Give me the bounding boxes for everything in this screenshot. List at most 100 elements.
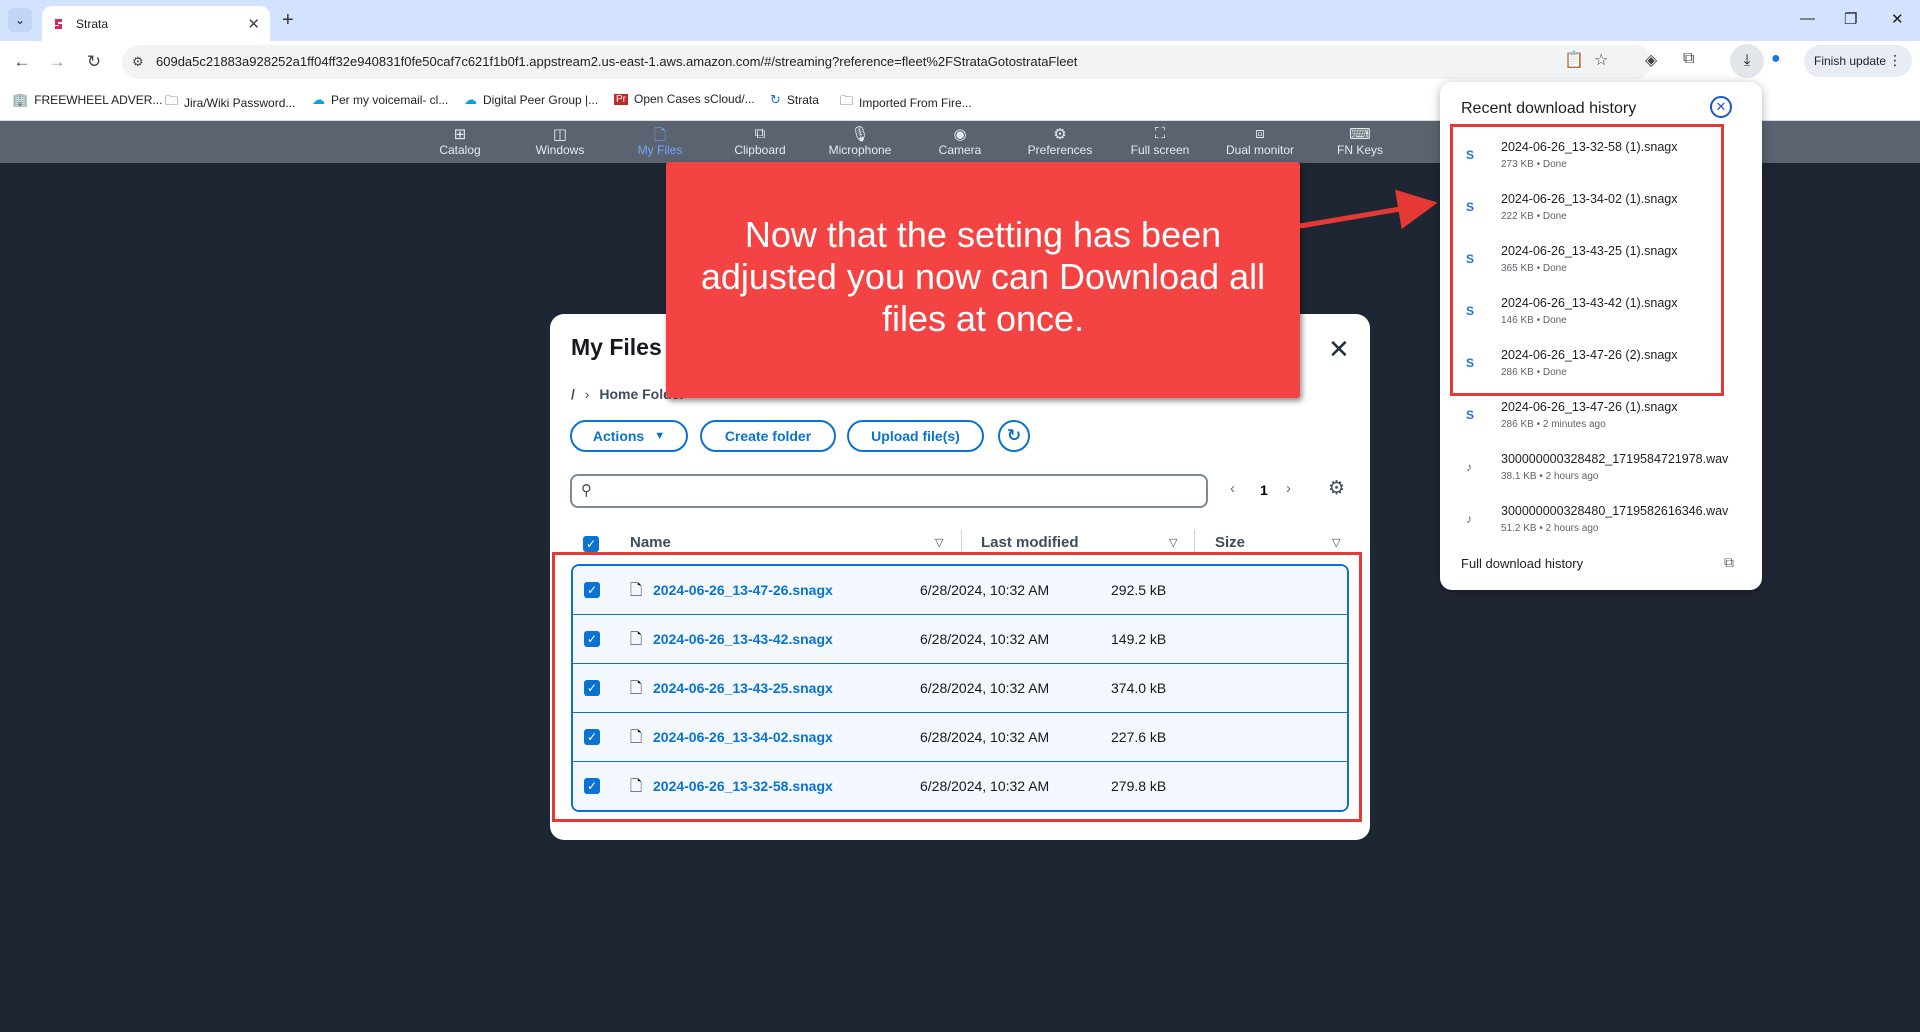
browser-toolbar: ← → ↻ ⚙ 609da5c21883a928252a1ff04ff32e94…: [0, 41, 1920, 82]
fullscreen-icon: ⛶: [1154, 125, 1166, 142]
tab-strip: ⌄ Strata ✕ + — ❐ ✕: [0, 0, 1920, 41]
chevron-right-icon: ›: [584, 386, 590, 402]
bookmark-star-icon[interactable]: ☆: [1594, 50, 1608, 70]
download-item[interactable]: ♪ 300000000328480_1719582616346.wav 51.2 K…: [1466, 504, 1746, 554]
search-input[interactable]: ⚲: [570, 474, 1208, 508]
dual-monitor-icon: ⧈: [1255, 125, 1265, 142]
salesforce-icon: ☁: [464, 92, 477, 107]
chevron-down-icon: ⌄: [14, 13, 26, 27]
caret-down-icon: ▼: [654, 430, 666, 442]
upload-files-button[interactable]: Upload file(s): [847, 420, 984, 452]
annotation-highlight-files: [552, 552, 1362, 822]
appbar-my-files[interactable]: 🗋 My Files: [615, 125, 705, 157]
minimize-icon[interactable]: —: [1800, 10, 1815, 27]
table-settings-gear-icon[interactable]: ⚙: [1328, 477, 1345, 500]
appbar-microphone[interactable]: 🎙 Microphone: [815, 125, 905, 157]
extension-color-icon[interactable]: ◈: [1645, 50, 1657, 70]
bookmark-item[interactable]: 🗀 Jira/Wiki Password...: [165, 92, 295, 114]
appbar-windows[interactable]: ◫ Windows: [515, 125, 605, 157]
bookmark-item[interactable]: Pr Open Cases sCloud/...: [614, 92, 755, 106]
profile-avatar-icon[interactable]: ●: [1771, 50, 1781, 68]
bookmark-item[interactable]: 🏢 FREEWHEEL ADVER...: [12, 92, 162, 108]
appbar-preferences[interactable]: ⚙ Preferences: [1015, 125, 1105, 157]
finish-update-label: Finish update: [1814, 54, 1887, 68]
sort-caret-icon[interactable]: ▽: [1169, 536, 1177, 549]
previous-page-icon[interactable]: ‹: [1230, 480, 1235, 497]
refresh-button[interactable]: ↻: [998, 420, 1030, 452]
bookmark-item[interactable]: ↻ Strata: [770, 92, 819, 108]
close-tab-icon[interactable]: ✕: [247, 15, 260, 33]
downloads-button[interactable]: ⤓: [1730, 44, 1764, 78]
close-dialog-icon[interactable]: ✕: [1328, 334, 1350, 365]
more-vert-icon[interactable]: ⋮: [1888, 52, 1902, 69]
finish-update-button[interactable]: Finish update ⋮: [1804, 45, 1912, 77]
download-item[interactable]: ♪ 300000000328482_1719584721978.wav 38.1 K…: [1466, 452, 1746, 502]
instruction-callout: Now that the setting has been adjusted y…: [666, 162, 1300, 398]
microphone-icon: 🎙: [850, 126, 870, 143]
appbar-camera[interactable]: ◉ Camera: [915, 125, 1005, 157]
downloads-title: Recent download history: [1461, 100, 1637, 117]
refresh-icon: ↻: [1006, 426, 1022, 445]
dialog-title: My Files: [571, 334, 662, 360]
annotation-highlight-downloads: [1450, 124, 1724, 396]
gear-icon: ⚙: [1053, 126, 1067, 143]
folder-icon: 🗀: [840, 93, 854, 108]
create-folder-button[interactable]: Create folder: [700, 420, 836, 452]
close-downloads-icon[interactable]: ✕: [1710, 96, 1732, 118]
building-icon: 🏢: [12, 92, 29, 107]
audio-file-icon: ♪: [1466, 512, 1472, 526]
actions-button[interactable]: Actions ▼: [570, 420, 688, 452]
strata-favicon-icon: [55, 18, 62, 29]
close-window-icon[interactable]: ✕: [1891, 10, 1904, 28]
strata-icon: ↻: [770, 92, 781, 107]
column-header-name[interactable]: Name: [630, 534, 671, 551]
column-divider: [961, 530, 962, 554]
restore-icon[interactable]: ❐: [1844, 10, 1857, 28]
column-divider: [1194, 530, 1195, 554]
sort-caret-icon[interactable]: ▽: [935, 536, 943, 549]
column-header-size[interactable]: Size: [1215, 534, 1245, 551]
keyboard-icon: ⌨: [1349, 126, 1371, 143]
url-text: 609da5c21883a928252a1ff04ff32e940831f0fe…: [156, 54, 1078, 69]
column-header-modified[interactable]: Last modified: [981, 534, 1079, 551]
folder-icon: 🗀: [165, 93, 179, 108]
snagit-file-icon: S: [1466, 408, 1475, 422]
browser-tab[interactable]: Strata ✕: [42, 6, 270, 41]
bookmark-item[interactable]: ☁ Per my voicemail- cl...: [312, 92, 448, 108]
pr-icon: Pr: [614, 93, 628, 105]
appbar-clipboard[interactable]: ⧉ Clipboard: [715, 125, 805, 157]
site-info-icon[interactable]: ⚙: [132, 54, 144, 70]
page-number[interactable]: 1: [1260, 482, 1268, 498]
bookmark-item[interactable]: 🗀 Imported From Fire...: [840, 92, 972, 114]
clipboard-icon[interactable]: 📋: [1564, 50, 1584, 70]
tab-search-button[interactable]: ⌄: [8, 8, 32, 32]
sort-caret-icon[interactable]: ▽: [1332, 536, 1340, 549]
salesforce-icon: ☁: [312, 92, 325, 107]
download-item[interactable]: S 2024-06-26_13-47-26 (1).snagx 286 KB • 2…: [1466, 400, 1746, 450]
address-bar[interactable]: ⚙ 609da5c21883a928252a1ff04ff32e940831f0…: [122, 45, 1652, 79]
download-icon: ⤓: [1743, 52, 1751, 69]
full-download-history-link[interactable]: Full download history: [1461, 556, 1583, 571]
bookmark-item[interactable]: ☁ Digital Peer Group |...: [464, 92, 598, 108]
clipboard-icon: ⧉: [754, 125, 766, 142]
next-page-icon[interactable]: ›: [1286, 480, 1291, 497]
search-icon: ⚲: [581, 482, 592, 499]
breadcrumb-root[interactable]: /: [571, 386, 575, 402]
catalog-icon: ⊞: [453, 126, 467, 143]
open-external-icon[interactable]: ⧉: [1724, 554, 1734, 571]
select-all-checkbox[interactable]: ✓: [583, 536, 599, 552]
reload-icon[interactable]: ↻: [82, 50, 106, 74]
windows-icon: ◫: [552, 126, 568, 143]
appbar-catalog[interactable]: ⊞ Catalog: [415, 125, 505, 157]
appbar-full-screen[interactable]: ⛶ Full screen: [1115, 125, 1205, 157]
appbar-dual-monitor[interactable]: ⧈ Dual monitor: [1215, 125, 1305, 157]
callout-text: Now that the setting has been adjusted y…: [700, 214, 1266, 339]
camera-icon: ◉: [953, 126, 967, 143]
new-tab-icon[interactable]: +: [282, 9, 294, 32]
forward-icon[interactable]: →: [45, 50, 69, 74]
files-icon: 🗋: [653, 127, 667, 144]
appbar-fn-keys[interactable]: ⌨ FN Keys: [1315, 125, 1405, 157]
tab-title: Strata: [76, 16, 109, 31]
extensions-puzzle-icon[interactable]: ⧉: [1683, 50, 1694, 68]
back-icon[interactable]: ←: [10, 50, 34, 74]
